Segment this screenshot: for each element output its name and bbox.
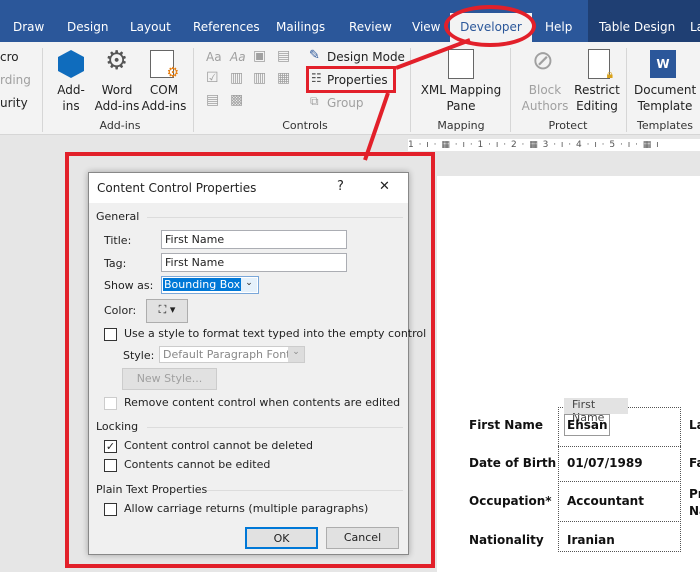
cannot-delete-checkbox[interactable]: ✓	[104, 440, 117, 453]
cannot-delete-label: Content control cannot be deleted	[124, 439, 314, 452]
carriage-returns-checkbox[interactable]	[104, 503, 117, 516]
use-style-label: Use a style to format text typed into th…	[124, 327, 427, 340]
help-button[interactable]: ?	[337, 179, 344, 194]
color-label: Color:	[104, 304, 137, 317]
section-plain-text: Plain Text Properties	[96, 483, 208, 496]
title-label: Title:	[104, 234, 132, 247]
carriage-returns-label: Allow carriage returns (multiple paragra…	[124, 502, 369, 515]
show-as-value: Bounding Box	[163, 278, 242, 291]
new-style-button[interactable]: New Style...	[122, 368, 217, 390]
style-select[interactable]: Default Paragraph Font ⌄	[159, 346, 305, 363]
close-button[interactable]: ✕	[379, 179, 390, 194]
remove-checkbox[interactable]	[104, 397, 117, 410]
style-value: Default Paragraph Font	[163, 348, 291, 361]
tag-label: Tag:	[104, 257, 127, 270]
dialog-title-bar: Content Control Properties ? ✕	[89, 173, 408, 203]
section-general: General	[96, 210, 140, 223]
remove-label: Remove content control when contents are…	[124, 396, 401, 409]
tag-input[interactable]: First Name	[161, 253, 347, 272]
section-locking: Locking	[96, 420, 139, 433]
annotation-line	[395, 38, 471, 70]
dialog-title: Content Control Properties	[97, 181, 257, 195]
cancel-button[interactable]: Cancel	[326, 527, 399, 549]
color-picker-button[interactable]: ⛶ ▾	[146, 299, 188, 323]
paint-bucket-icon: ⛶	[158, 303, 167, 316]
use-style-checkbox[interactable]	[104, 328, 117, 341]
show-as-select[interactable]: Bounding Box ⌄	[161, 276, 259, 294]
title-input[interactable]: First Name	[161, 230, 347, 249]
chevron-down-icon: ⌄	[241, 278, 257, 292]
cannot-edit-label: Contents cannot be edited	[124, 458, 271, 471]
ok-button[interactable]: OK	[245, 527, 318, 549]
content-control-properties-dialog: Content Control Properties ? ✕ General T…	[88, 172, 426, 555]
caret-down-icon: ▾	[169, 303, 176, 316]
cannot-edit-checkbox[interactable]	[104, 459, 117, 472]
show-as-label: Show as:	[104, 279, 154, 292]
annotation-line	[363, 92, 390, 161]
chevron-down-icon: ⌄	[288, 347, 304, 362]
style-label: Style:	[123, 349, 155, 362]
